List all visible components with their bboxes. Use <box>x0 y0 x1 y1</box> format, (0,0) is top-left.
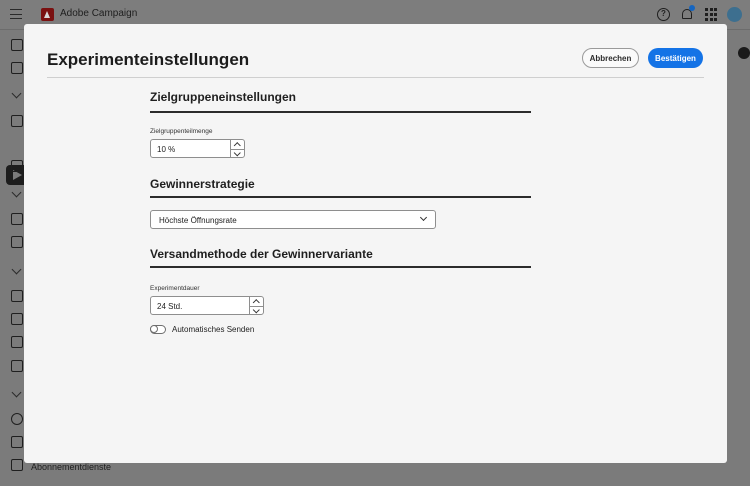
notification-bell-icon[interactable] <box>681 5 695 21</box>
chevron-up-icon[interactable] <box>231 140 244 149</box>
auto-send-label: Automatisches Senden <box>172 325 255 334</box>
audience-subset-label: Zielgruppenteilmenge <box>150 128 213 135</box>
winner-strategy-select[interactable]: Höchste Öffnungsrate <box>150 210 436 229</box>
experiment-duration-value: 24 Std. <box>157 302 183 311</box>
chevron-down-icon[interactable] <box>231 148 244 158</box>
reports-icon[interactable] <box>11 290 23 302</box>
profile-icon[interactable] <box>11 413 23 425</box>
section-divider <box>150 266 531 268</box>
app-title: Adobe Campaign <box>60 8 138 19</box>
explorer-icon[interactable] <box>11 62 23 74</box>
help-icon[interactable]: ? <box>657 8 670 21</box>
content-icon[interactable] <box>11 213 23 225</box>
audience-subset-value: 10 % <box>157 145 176 154</box>
chevron-down-icon[interactable] <box>250 305 263 315</box>
audience-settings-heading: Zielgruppeneinstellungen <box>150 90 297 104</box>
section-divider <box>150 111 531 113</box>
header-divider <box>47 77 704 78</box>
audience-subset-stepper[interactable]: 10 % <box>150 139 245 158</box>
confirm-button[interactable]: Bestätigen <box>648 48 703 68</box>
stepper-controls <box>230 140 244 157</box>
offers-icon[interactable] <box>11 236 23 248</box>
targeting-icon[interactable] <box>11 313 23 325</box>
stepper-controls <box>249 297 263 314</box>
dialog-title: Experimenteinstellungen <box>47 50 250 69</box>
avatar[interactable] <box>727 7 742 22</box>
chevron-up-icon[interactable] <box>250 297 263 306</box>
winner-strategy-value: Höchste Öffnungsrate <box>159 216 237 225</box>
chevron-down-icon[interactable] <box>11 387 22 398</box>
menu-icon[interactable] <box>10 9 22 19</box>
people-icon[interactable] <box>11 436 23 448</box>
chevron-down-icon <box>419 213 428 222</box>
sidebar-item-subscription-services: Abonnementdienste <box>31 462 112 472</box>
app-switcher-icon[interactable] <box>705 8 718 21</box>
chevron-down-icon[interactable] <box>11 187 22 198</box>
experiment-settings-dialog: Experimenteinstellungen Abbrechen Bestät… <box>24 24 727 463</box>
shield-icon[interactable] <box>11 360 23 372</box>
workflows-icon[interactable] <box>11 160 23 172</box>
chevron-down-icon[interactable] <box>11 264 22 275</box>
campaigns-icon[interactable] <box>11 115 23 127</box>
chevron-down-icon[interactable] <box>11 88 22 99</box>
cancel-button[interactable]: Abbrechen <box>582 48 639 68</box>
experiment-duration-stepper[interactable]: 24 Std. <box>150 296 264 315</box>
winner-strategy-heading: Gewinnerstrategie <box>150 177 255 191</box>
adobe-logo-icon <box>41 8 54 21</box>
home-icon[interactable] <box>11 39 23 51</box>
audiences-icon[interactable] <box>11 336 23 348</box>
experiment-duration-label: Experimentdauer <box>150 285 200 292</box>
section-divider <box>150 196 531 198</box>
winner-delivery-heading: Versandmethode der Gewinnervariante <box>150 247 373 261</box>
background-action-icon <box>738 47 750 59</box>
auto-send-toggle[interactable] <box>149 324 166 334</box>
subscription-icon[interactable] <box>11 459 23 471</box>
